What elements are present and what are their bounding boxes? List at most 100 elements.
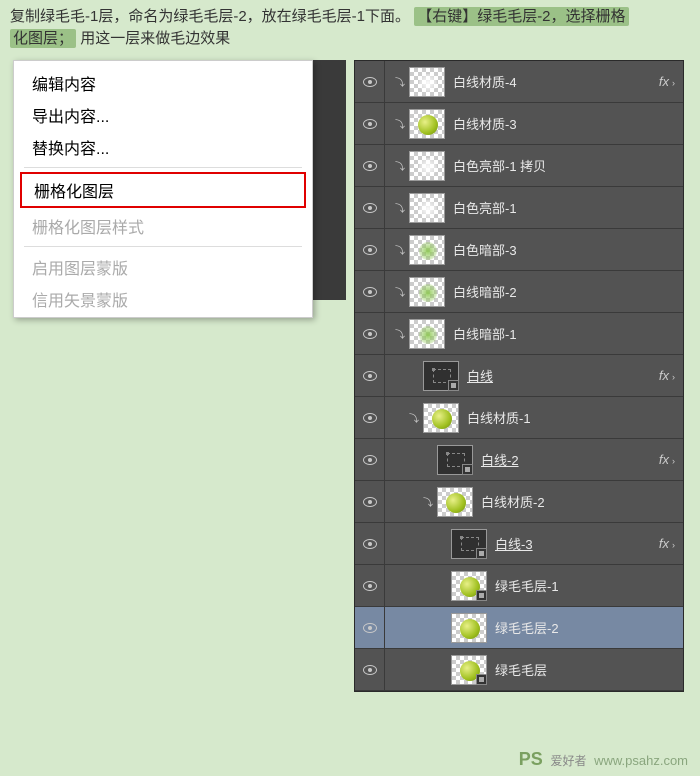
indent-column	[385, 565, 447, 606]
layer-name-label[interactable]: 白线-2	[477, 450, 643, 469]
layer-name-label[interactable]: 白线材质-4	[449, 72, 643, 91]
visibility-toggle[interactable]	[355, 649, 385, 690]
layer-row[interactable]: ⤵ 白线材质-1	[355, 397, 683, 439]
thumb-content	[419, 326, 437, 344]
layer-name-label[interactable]: 绿毛毛层-1	[491, 576, 643, 595]
layer-row[interactable]: ⤵白线材质-4fx›	[355, 61, 683, 103]
layer-row[interactable]: ⤵ 白线材质-2	[355, 481, 683, 523]
indent-column: ⤵	[385, 313, 405, 354]
layer-thumbnail[interactable]	[409, 67, 445, 97]
visibility-toggle[interactable]	[355, 313, 385, 354]
layer-thumbnail[interactable]	[409, 235, 445, 265]
layer-thumbnail[interactable]	[409, 277, 445, 307]
visibility-toggle[interactable]	[355, 229, 385, 270]
layer-name-label[interactable]: 白线-3	[491, 534, 643, 553]
thumb-content	[418, 115, 438, 135]
visibility-toggle[interactable]	[355, 145, 385, 186]
chevron-right-icon: ›	[672, 372, 675, 382]
smart-object-icon	[476, 674, 487, 685]
visibility-toggle[interactable]	[355, 439, 385, 480]
visibility-toggle[interactable]	[355, 481, 385, 522]
visibility-toggle[interactable]	[355, 271, 385, 312]
eye-icon	[363, 623, 377, 633]
smart-object-icon	[448, 380, 459, 391]
instruction-highlight-2: 化图层；	[10, 29, 76, 48]
visibility-toggle[interactable]	[355, 397, 385, 438]
layer-row[interactable]: 白线fx›	[355, 355, 683, 397]
layer-row[interactable]: ⤵白线暗部-2	[355, 271, 683, 313]
fx-indicator[interactable]: fx›	[643, 368, 683, 383]
layer-name-label[interactable]: 白线暗部-1	[449, 324, 643, 343]
layer-row[interactable]: ⤵ 白色亮部-1	[355, 187, 683, 229]
watermark-logo: PS	[519, 749, 543, 769]
instruction-text: 复制绿毛毛-1层，命名为绿毛毛层-2，放在绿毛毛层-1下面。 【右键】绿毛毛层-…	[0, 0, 700, 54]
menu-edit-content[interactable]: 编辑内容	[14, 67, 312, 99]
layer-thumbnail[interactable]	[409, 319, 445, 349]
layer-thumbnail[interactable]	[409, 109, 445, 139]
eye-icon	[363, 119, 377, 129]
watermark-cn: 爱好者	[550, 754, 586, 768]
clip-link-icon: ⤵	[395, 158, 405, 173]
layer-thumbnail[interactable]	[451, 655, 487, 685]
eye-icon	[363, 245, 377, 255]
smart-object-icon	[462, 464, 473, 475]
fx-label: fx	[659, 74, 669, 89]
menu-export-content[interactable]: 导出内容...	[14, 99, 312, 131]
chevron-right-icon: ›	[672, 540, 675, 550]
layer-row[interactable]: ⤵ 白色亮部-1 拷贝	[355, 145, 683, 187]
layer-thumbnail[interactable]	[451, 613, 487, 643]
eye-icon	[363, 161, 377, 171]
fx-indicator[interactable]: fx›	[643, 452, 683, 467]
indent-column: ⤵	[385, 397, 419, 438]
layer-name-label[interactable]: 白色暗部-3	[449, 240, 643, 259]
layer-thumbnail[interactable]	[451, 529, 487, 559]
chevron-right-icon: ›	[672, 456, 675, 466]
layer-row[interactable]: ⤵ 白线暗部-1	[355, 313, 683, 355]
eye-icon	[363, 371, 377, 381]
indent-column: ⤵	[385, 61, 405, 102]
layer-name-label[interactable]: 白线暗部-2	[449, 282, 643, 301]
layer-name-label[interactable]: 绿毛毛层-2	[491, 618, 643, 637]
layer-name-label[interactable]: 白色亮部-1 拷贝	[449, 156, 643, 175]
layer-thumbnail[interactable]	[437, 487, 473, 517]
clip-link-icon: ⤵	[395, 200, 405, 215]
chevron-right-icon: ›	[672, 78, 675, 88]
thumb-content	[432, 409, 452, 429]
menu-rasterize-layer[interactable]: 栅格化图层	[20, 172, 306, 208]
fx-indicator[interactable]: fx›	[643, 536, 683, 551]
layer-thumbnail[interactable]	[451, 571, 487, 601]
instruction-part1: 复制绿毛毛-1层，命名为绿毛毛层-2，放在绿毛毛层-1下面。	[10, 8, 410, 25]
indent-column	[385, 649, 447, 690]
layer-row[interactable]: 绿毛毛层-1	[355, 565, 683, 607]
indent-column: ⤵	[385, 481, 433, 522]
visibility-toggle[interactable]	[355, 61, 385, 102]
visibility-toggle[interactable]	[355, 607, 385, 648]
visibility-toggle[interactable]	[355, 523, 385, 564]
visibility-toggle[interactable]	[355, 355, 385, 396]
layer-name-label[interactable]: 白色亮部-1	[449, 198, 643, 217]
visibility-toggle[interactable]	[355, 103, 385, 144]
layer-name-label[interactable]: 白线材质-3	[449, 114, 643, 133]
layer-row[interactable]: 绿毛毛层-2	[355, 607, 683, 649]
layer-row[interactable]: 绿毛毛层	[355, 649, 683, 691]
layer-name-label[interactable]: 绿毛毛层	[491, 660, 643, 679]
menu-rasterize-style: 栅格化图层样式	[14, 210, 312, 242]
layer-row[interactable]: ⤵白线材质-3	[355, 103, 683, 145]
eye-icon	[363, 203, 377, 213]
layer-row[interactable]: 白线-3fx›	[355, 523, 683, 565]
visibility-toggle[interactable]	[355, 565, 385, 606]
layer-row[interactable]: 白线-2fx›	[355, 439, 683, 481]
layer-name-label[interactable]: 白线	[463, 366, 643, 385]
layer-thumbnail[interactable]	[423, 403, 459, 433]
layer-name-label[interactable]: 白线材质-2	[477, 492, 643, 511]
layer-thumbnail[interactable]	[409, 151, 445, 181]
fx-indicator[interactable]: fx›	[643, 74, 683, 89]
visibility-toggle[interactable]	[355, 187, 385, 228]
menu-replace-content[interactable]: 替换内容...	[14, 131, 312, 163]
layer-row[interactable]: ⤵白色暗部-3	[355, 229, 683, 271]
layer-thumbnail[interactable]	[437, 445, 473, 475]
layer-thumbnail[interactable]	[423, 361, 459, 391]
thumb-content	[446, 493, 466, 513]
layer-name-label[interactable]: 白线材质-1	[463, 408, 643, 427]
layer-thumbnail[interactable]	[409, 193, 445, 223]
